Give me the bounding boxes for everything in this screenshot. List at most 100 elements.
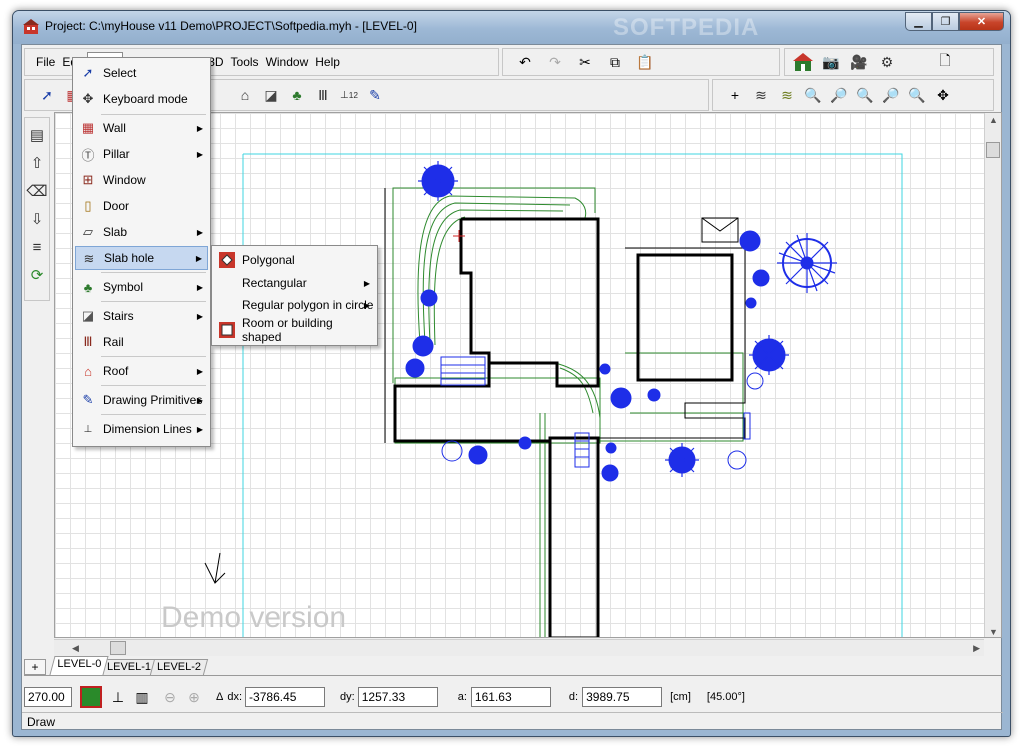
rotate-right-icon[interactable]: ⊕ [184, 687, 204, 707]
tab-level-2[interactable]: LEVEL-2 [149, 659, 209, 675]
rail-icon: Ⅲ [83, 334, 93, 349]
menu-item-slab[interactable]: ▱ Slab ▶ [75, 220, 208, 244]
status-bar: Draw [22, 712, 1003, 730]
submenu-item-room-shaped[interactable]: Room or building shaped [214, 316, 375, 344]
video-camera-icon[interactable]: 🎥 [849, 52, 869, 72]
level-up-icon[interactable]: ⇧ [27, 152, 47, 174]
title-bar[interactable]: Project: C:\myHouse v11 Demo\PROJECT\Sof… [13, 11, 1010, 44]
pencil-icon: ✎ [82, 392, 94, 407]
vertical-scrollbar[interactable]: ▲ ▼ [984, 113, 1001, 637]
menu-item-stairs[interactable]: ◪ Stairs ▶ [75, 304, 208, 328]
delta-label: Δ [216, 691, 224, 703]
pencil-tool-icon[interactable]: ✎ [365, 85, 385, 105]
render-icon[interactable]: ⚙ [877, 52, 897, 72]
undo-icon[interactable]: ↶ [515, 52, 535, 72]
menu-help[interactable]: Help [312, 53, 343, 71]
menu-tools[interactable]: Tools [228, 53, 262, 71]
zoom-icon[interactable]: 🔍 [803, 85, 823, 105]
scroll-up-icon[interactable]: ▲ [989, 115, 998, 125]
submenu-item-rectangular[interactable]: Rectangular ▶ [214, 272, 375, 294]
close-button[interactable]: ✕ [959, 12, 1004, 31]
house-3d-icon[interactable] [793, 52, 813, 72]
select-arrow-icon[interactable]: ➚ [37, 85, 57, 105]
zoom-extent-icon[interactable]: 🔍 [855, 85, 875, 105]
scroll-right-icon[interactable]: ▶ [973, 643, 980, 654]
menu-item-slab-hole[interactable]: ≋ Slab hole ▶ [75, 246, 208, 270]
dimension-icon: ⊥ [83, 423, 93, 435]
dimension-tool-icon[interactable]: ⊥ 12 [339, 85, 359, 105]
submenu-arrow-icon: ▶ [195, 253, 202, 263]
maximize-button[interactable]: ❐ [932, 12, 959, 31]
angle-input[interactable]: 270.00 [24, 687, 72, 707]
minimize-button[interactable]: ▁ [905, 12, 932, 31]
add-level-button[interactable]: + [24, 659, 46, 675]
layers-color-icon[interactable]: ≋ [777, 85, 797, 105]
ortho-icon[interactable]: ⊥ [108, 687, 128, 707]
submenu-arrow-icon: ▶ [196, 282, 203, 292]
menu-item-wall[interactable]: ▦ Wall ▶ [75, 116, 208, 140]
stairs-tool-icon[interactable]: ◪ [261, 85, 281, 105]
copy-icon[interactable]: ⧉ [605, 52, 625, 72]
submenu-arrow-icon: ▶ [196, 149, 203, 159]
menu-item-select[interactable]: ➚ Select [75, 61, 208, 85]
scroll-down-icon[interactable]: ▼ [989, 627, 998, 637]
rotate-left-icon[interactable]: ⊖ [160, 687, 180, 707]
menu-item-roof[interactable]: ⌂ Roof ▶ [75, 359, 208, 383]
paste-icon[interactable]: 📋 [635, 52, 655, 72]
submenu-item-regular-polygon[interactable]: Regular polygon in circle ▶ [214, 294, 375, 316]
slab-icon: ▱ [83, 224, 93, 239]
horizontal-scrollbar[interactable]: ◀ ▶ [54, 639, 984, 656]
submenu-arrow-icon: ▶ [196, 366, 203, 376]
snap-icon[interactable] [80, 686, 102, 708]
a-label: a: [457, 691, 467, 703]
zoom-window-icon[interactable]: 🔎 [829, 85, 849, 105]
zoom-previous-icon[interactable]: 🔎 [881, 85, 901, 105]
demo-watermark: Demo version [161, 601, 347, 634]
pan-icon[interactable]: ✥ [933, 85, 953, 105]
d-label: d: [568, 691, 579, 703]
rail-tool-icon[interactable]: Ⅲ [313, 85, 333, 105]
tab-level-0[interactable]: LEVEL-0 [49, 656, 109, 675]
symbol-tool-icon[interactable]: ♣ [287, 85, 307, 105]
scroll-left-icon[interactable]: ◀ [72, 643, 79, 654]
menu-item-dimension-lines[interactable]: ⊥ Dimension Lines ▶ [75, 417, 208, 441]
plus-icon[interactable]: + [725, 85, 745, 105]
refresh-icon[interactable]: ⟳ [27, 264, 47, 286]
menu-item-symbol[interactable]: ♣ Symbol ▶ [75, 275, 208, 299]
stack-icon[interactable]: ≡ [27, 236, 47, 258]
dx-input[interactable]: -3786.45 [245, 687, 326, 707]
polygon-icon [218, 251, 236, 269]
submenu-arrow-icon: ▶ [196, 227, 203, 237]
submenu-item-polygonal[interactable]: Polygonal [214, 249, 375, 271]
menu-item-drawing-primitives[interactable]: ✎ Drawing Primitives ▶ [75, 388, 208, 412]
level-down-icon[interactable]: ⇩ [27, 208, 47, 230]
menu-item-door[interactable]: ▯ Door [75, 194, 208, 218]
eraser-icon[interactable]: ⌫ [26, 180, 47, 202]
menu-item-rail[interactable]: Ⅲ Rail [75, 330, 208, 354]
pillar-icon: Ⓣ [81, 147, 95, 163]
horizontal-scroll-thumb[interactable] [110, 641, 126, 655]
properties-icon[interactable]: ▤ [27, 124, 47, 146]
grid-snap-icon[interactable]: ▥ [132, 687, 152, 707]
submenu-arrow-icon: ▶ [196, 311, 203, 321]
slab-hole-submenu: Polygonal Rectangular ▶ Regular polygon i… [211, 245, 378, 346]
menu-file[interactable]: File [33, 53, 58, 71]
cut-icon[interactable]: ✂ [575, 52, 595, 72]
roof-tool-icon[interactable]: ⌂ [235, 85, 255, 105]
menu-item-keyboard-mode[interactable]: ✥ Keyboard mode [75, 87, 208, 111]
vertical-scroll-thumb[interactable] [986, 142, 1000, 158]
dy-input[interactable]: 1257.33 [357, 687, 438, 707]
zoom-in-icon[interactable]: 🔍 [907, 85, 927, 105]
camera-icon[interactable]: 📷 [821, 52, 841, 72]
menu-item-pillar[interactable]: Ⓣ Pillar ▶ [75, 142, 208, 166]
new-page-icon[interactable]: 🗋 [935, 52, 955, 72]
menu-window[interactable]: Window [263, 53, 312, 71]
d-input[interactable]: 3989.75 [582, 687, 663, 707]
a-input[interactable]: 161.63 [470, 687, 551, 707]
stairs-icon: ◪ [81, 308, 95, 323]
level-tabs: + LEVEL-0 LEVEL-1 LEVEL-2 [24, 656, 1002, 676]
layers-icon[interactable]: ≋ [751, 85, 771, 105]
menu-item-window[interactable]: ⊞ Window [75, 168, 208, 192]
redo-icon[interactable]: ↷ [545, 52, 565, 72]
softpedia-watermark: SOFTPEDIA [613, 14, 760, 41]
